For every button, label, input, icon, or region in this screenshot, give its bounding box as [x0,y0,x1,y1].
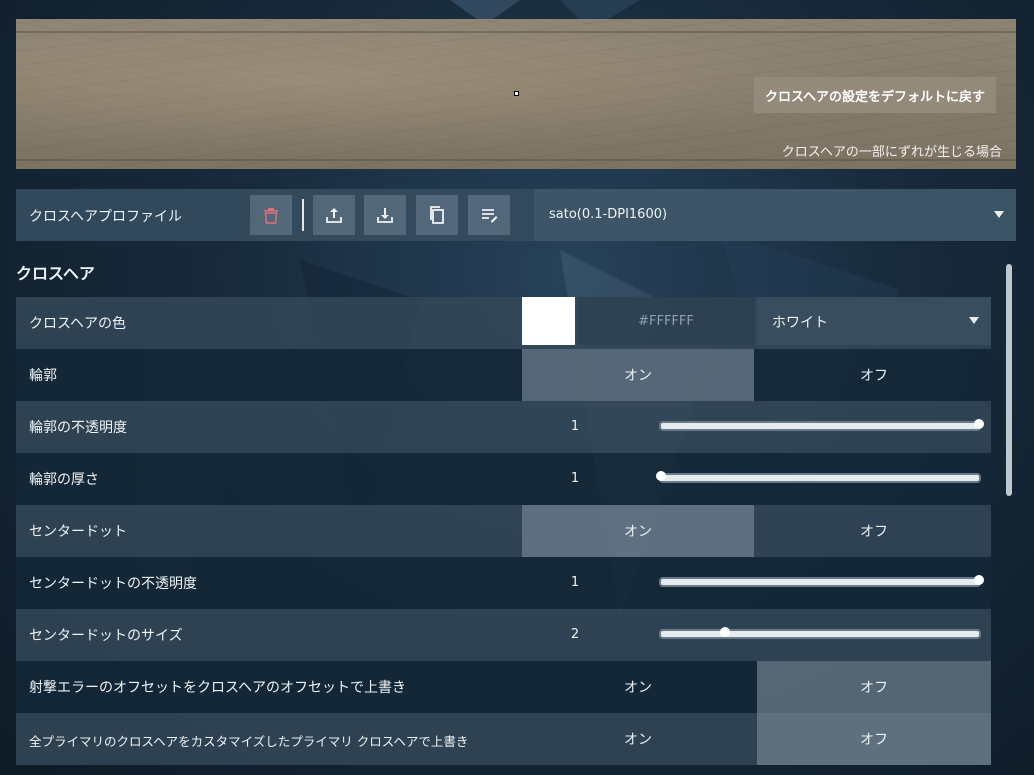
setting-label: 輪郭 [29,368,57,384]
trash-icon [264,208,278,224]
crosshair-misalign-link[interactable]: クロスヘアの一部にずれが生じる場合 [782,141,1002,160]
profile-dropdown-value: sato(0.1-DPI1600) [549,207,668,222]
override-firing-error-off-button[interactable]: オフ [757,661,991,713]
upload-icon [326,208,342,223]
setting-row-center-dot: センタードット オン オフ [16,505,991,557]
setting-row-color: クロスヘアの色 #FFFFFF ホワイト [16,297,991,349]
setting-row-center-dot-opacity: センタードットの不透明度 1 [16,557,991,609]
crosshair-settings-list: クロスヘアの色 #FFFFFF ホワイト 輪郭 オン オフ 輪郭の不透明度 1 … [16,297,991,765]
download-icon [377,208,393,223]
slider-value[interactable]: 1 [522,471,628,486]
center-dot-size-slider[interactable] [659,627,981,639]
override-firing-error-on-button[interactable]: オン [522,661,754,713]
color-swatch[interactable] [522,297,575,345]
import-profile-button[interactable] [313,195,355,235]
setting-label: 全プライマリのクロスヘアをカスタマイズしたプライマリ クロスヘアで上書き [29,734,469,749]
setting-label: センタードットのサイズ [29,628,183,644]
setting-label: 輪郭の厚さ [29,472,99,488]
slider-value[interactable]: 1 [522,575,628,590]
slider-thumb[interactable] [974,575,984,585]
setting-label: 射撃エラーのオフセットをクロスヘアのオフセットで上書き [29,680,407,696]
setting-row-outline-thickness: 輪郭の厚さ 1 [16,453,991,505]
setting-label: 輪郭の不透明度 [29,420,127,436]
setting-label: センタードットの不透明度 [29,576,197,592]
crosshair-profile-label: クロスヘアプロファイル [29,209,183,225]
center-dot-on-button[interactable]: オン [522,505,754,557]
section-title: クロスヘア [16,264,95,283]
chevron-down-icon [994,211,1004,218]
delete-profile-button[interactable] [250,195,292,235]
setting-row-override-firing-error: 射撃エラーのオフセットをクロスヘアのオフセットで上書き オン オフ [16,661,991,713]
override-all-primary-on-button[interactable]: オン [522,713,754,765]
edit-list-icon [482,209,498,223]
override-all-primary-off-button[interactable]: オフ [757,713,991,765]
color-dropdown-value: ホワイト [772,315,828,331]
crosshair-dot [514,91,519,96]
crosshair-preview: クロスヘアの設定をデフォルトに戻す クロスヘアの一部にずれが生じる場合 [16,19,1016,169]
rename-profile-button[interactable] [468,195,510,235]
setting-row-override-all-primary: 全プライマリのクロスヘアをカスタマイズしたプライマリ クロスヘアで上書き オン … [16,713,991,765]
center-dot-opacity-slider[interactable] [659,575,984,587]
wall-texture-line [16,31,1016,33]
setting-row-center-dot-size: センタードットのサイズ 2 [16,609,991,661]
export-profile-button[interactable] [364,195,406,235]
setting-row-outline-opacity: 輪郭の不透明度 1 [16,401,991,453]
copy-icon [430,206,444,224]
profile-dropdown[interactable]: sato(0.1-DPI1600) [534,189,1016,241]
copy-profile-button[interactable] [416,195,458,235]
slider-thumb[interactable] [719,627,730,637]
setting-label: クロスヘアの色 [29,316,127,332]
color-hex-input[interactable]: #FFFFFF [577,297,755,345]
chevron-down-icon [969,317,979,324]
settings-scrollbar[interactable] [1006,264,1012,496]
slider-value[interactable]: 1 [522,419,628,434]
slider-value[interactable]: 2 [522,627,628,642]
color-dropdown[interactable]: ホワイト [757,297,991,345]
center-dot-off-button[interactable]: オフ [757,505,991,557]
outlines-off-button[interactable]: オフ [757,349,991,401]
outline-opacity-slider[interactable] [659,419,984,431]
toolbar-separator [302,199,304,231]
outlines-on-button[interactable]: オン [522,349,754,401]
reset-crosshair-button[interactable]: クロスヘアの設定をデフォルトに戻す [754,77,996,113]
slider-thumb[interactable] [656,471,666,481]
setting-row-outlines: 輪郭 オン オフ [16,349,991,401]
setting-label: センタードット [29,524,127,540]
outline-thickness-slider[interactable] [656,471,981,483]
crosshair-profile-bar: クロスヘアプロファイル sato(0.1-DPI1600) [16,189,1016,241]
slider-thumb[interactable] [974,419,984,429]
